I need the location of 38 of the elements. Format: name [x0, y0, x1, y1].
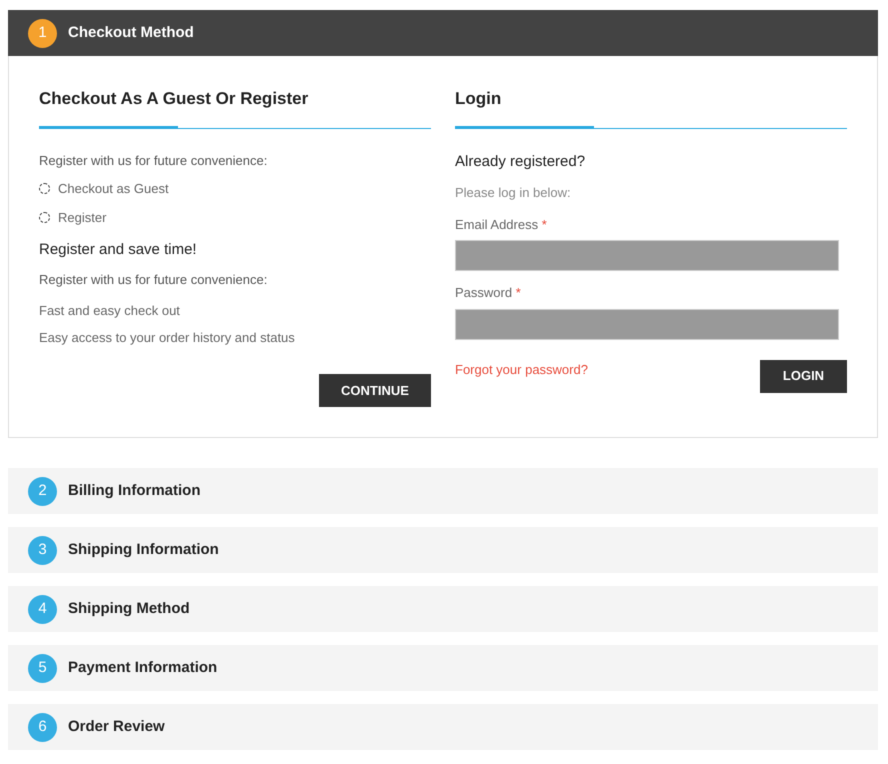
field-label: Email Address * [455, 216, 548, 234]
radio-button[interactable] [39, 212, 50, 223]
section-heading: Checkout As A Guest Or Register [39, 88, 310, 110]
login-button[interactable]: LOGIN [760, 360, 847, 392]
subheading: Register and save time! [39, 240, 198, 260]
step-number-badge: 4 [28, 594, 57, 624]
radio-button[interactable] [39, 183, 50, 194]
step-header[interactable]: 2 Billing Information [8, 468, 878, 514]
section-heading: Login [455, 88, 502, 110]
step-title: Shipping Information [68, 540, 219, 560]
input-field[interactable] [455, 240, 839, 271]
step-title: Payment Information [68, 658, 218, 678]
step-header[interactable]: 5 Payment Information [8, 645, 878, 691]
field-label: Password * [455, 284, 522, 302]
hint-text: Please log in below: [455, 184, 572, 202]
step-number-badge: 2 [28, 476, 57, 506]
step-title: Shipping Method [68, 598, 190, 619]
step-number-badge: 3 [28, 536, 57, 564]
step-number-badge: 6 [28, 712, 57, 742]
step-number-badge: 1 [28, 18, 57, 48]
continue-button[interactable]: CONTINUE [319, 374, 431, 407]
radio-option[interactable]: Register [39, 208, 431, 227]
forgot-password-link[interactable]: Forgot your password? [455, 360, 588, 379]
question-text: Already registered? [455, 152, 586, 172]
benefit-text: Fast and easy check out [39, 302, 181, 320]
benefit-text: Easy access to your order history and status [39, 328, 296, 347]
input-field[interactable] [455, 308, 839, 340]
step-title: Billing Information [68, 480, 200, 501]
step-header[interactable]: 4 Shipping Method [8, 586, 878, 632]
step-header[interactable]: 3 Shipping Information [8, 527, 878, 573]
step-number-badge: 5 [28, 654, 57, 682]
step-title: Order Review [68, 716, 165, 737]
intro-text: Register with us for future convenience: [39, 152, 268, 170]
step-header[interactable]: 6 Order Review [8, 704, 878, 750]
step-header[interactable]: 1 Checkout Method [8, 10, 878, 56]
radio-option[interactable]: Checkout as Guest [39, 179, 431, 198]
step-title: Checkout Method [68, 22, 194, 43]
subintro-text: Register with us for future convenience: [39, 270, 268, 289]
